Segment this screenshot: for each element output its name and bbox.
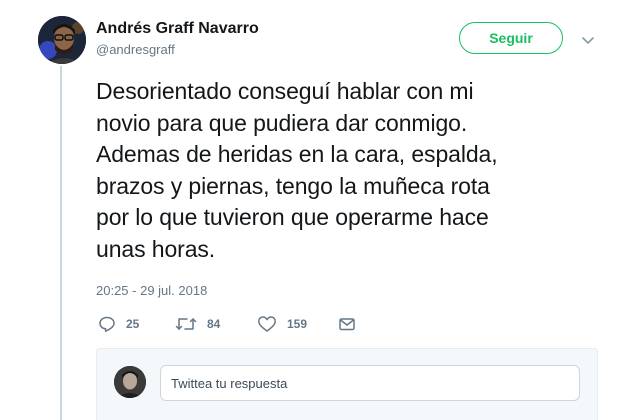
tweet-line: Desorientado conseguí hablar con mi (96, 78, 474, 104)
envelope-icon (339, 318, 355, 331)
user-avatar (114, 366, 146, 398)
retweet-icon (175, 318, 197, 330)
author-name[interactable]: Andrés Graff Navarro (96, 20, 259, 38)
tweet-line: por lo que tuvieron que operarme hace (96, 204, 489, 231)
author-avatar[interactable] (38, 16, 86, 64)
tweet-line: novio para que pudiera dar conmigo. (96, 109, 468, 136)
author-handle[interactable]: @andresgraff (96, 42, 175, 57)
tweet-timestamp[interactable]: 20:25 - 29 jul. 2018 (96, 283, 207, 298)
reply-count: 25 (126, 317, 140, 331)
user-avatar-photo (114, 366, 146, 398)
reply-button[interactable]: 25 (98, 314, 139, 334)
direct-message-button[interactable] (338, 314, 356, 334)
like-count: 159 (287, 317, 308, 331)
reply-icon (99, 316, 115, 332)
chevron-down-icon[interactable] (578, 30, 598, 50)
tweet-line: Ademas de heridas en la cara, espalda, (96, 141, 498, 168)
avatar-photo (38, 16, 86, 64)
thread-line (60, 66, 62, 420)
heart-icon (258, 316, 276, 332)
retweet-button[interactable]: 84 (175, 314, 220, 334)
tweet-text: Desorientado conseguí hablar con mi novi… (96, 76, 616, 266)
retweet-count: 84 (207, 317, 221, 331)
like-button[interactable]: 159 (257, 314, 307, 334)
tweet-line: brazos y piernas, tengo la muñeca rota (96, 172, 490, 199)
reply-input[interactable] (160, 365, 580, 401)
follow-button[interactable]: Seguir (459, 22, 563, 54)
tweet-line: unas horas. (96, 235, 216, 262)
